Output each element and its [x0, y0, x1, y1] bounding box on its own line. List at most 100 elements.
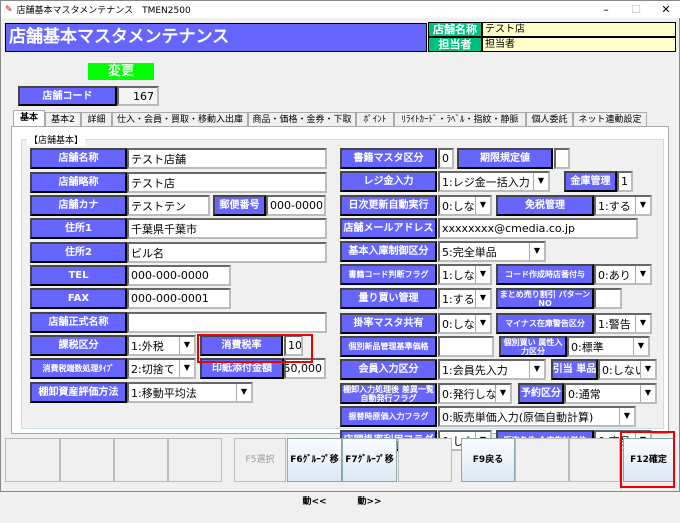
safe-value: 1	[621, 175, 628, 188]
reserve-value: 0:通常	[568, 387, 601, 401]
email-input[interactable]: xxxxxxxx@cmedia.co.jp	[438, 218, 638, 239]
member-select[interactable]: 1:会員先入力 ▼	[438, 359, 546, 380]
fkey-button-5[interactable]: F5選択	[234, 438, 286, 482]
chevron-down-icon[interactable]: ▼	[640, 361, 655, 378]
chevron-down-icon[interactable]: ▼	[529, 361, 544, 378]
maximize-button[interactable]: ☐	[621, 1, 651, 18]
new-price-input[interactable]	[438, 336, 494, 357]
taxfree-value: 1:する	[598, 199, 631, 213]
postal-input[interactable]: 000-0000	[266, 195, 326, 216]
receiving-select[interactable]: 5:完全単品 ▼	[438, 241, 546, 262]
bundle-input[interactable]	[594, 288, 622, 309]
book-code-select[interactable]: 1:しない ▼	[438, 264, 492, 285]
tax-type-select[interactable]: 1:外税 ▼	[127, 335, 196, 356]
daily-update-label: 日次更新自動実行	[340, 195, 437, 216]
fkey-button-7[interactable]: F7ｸﾞﾙｰﾌﾟ移動>>	[342, 438, 397, 507]
tab-3[interactable]: 仕入・会員・買取・移動入出庫	[112, 112, 248, 127]
chevron-down-icon[interactable]: ▼	[633, 338, 648, 355]
inventory-select[interactable]: 1:移動平均法 ▼	[127, 382, 253, 403]
chevron-down-icon[interactable]: ▼	[179, 360, 194, 377]
chevron-down-icon[interactable]: ▼	[529, 243, 544, 260]
minus-stock-select[interactable]: 1:警告 ▼	[594, 313, 652, 334]
book-code-label: 書籍コード判断フラグ	[340, 264, 437, 285]
fkey-button-3[interactable]	[114, 438, 168, 482]
addr2-value: ビル名	[131, 246, 164, 260]
safe-input[interactable]: 1	[617, 171, 633, 192]
chevron-down-icon[interactable]: ▼	[619, 408, 634, 425]
addr2-input[interactable]: ビル名	[127, 242, 327, 263]
store-kana-input[interactable]: テストテン	[127, 195, 210, 216]
weigh-value: 1:する	[442, 292, 475, 306]
tab-4[interactable]: 商品・価格・金券・下取	[248, 112, 356, 127]
taxfree-select[interactable]: 1:する ▼	[594, 195, 652, 216]
tab-2[interactable]: 詳細	[81, 112, 112, 127]
chevron-down-icon[interactable]: ▼	[533, 173, 548, 190]
fkey-button-4[interactable]	[168, 438, 222, 482]
chevron-down-icon[interactable]: ▼	[640, 385, 655, 402]
chevron-down-icon[interactable]: ▼	[495, 385, 510, 402]
store-short-input[interactable]: テスト店	[127, 172, 327, 193]
store-kana-label: 店舗カナ	[30, 195, 127, 216]
member-label: 会員入力区分	[340, 359, 437, 380]
rounding-select[interactable]: 2:切捨て ▼	[127, 358, 196, 379]
bundle-label: まとめ売り割引 パターンNO	[496, 288, 594, 309]
tab-8[interactable]: ネット連動設定	[573, 112, 647, 127]
taxfree-label: 免税管理	[496, 195, 594, 216]
inventory-label: 棚卸資産評価方法	[30, 382, 127, 403]
weigh-select[interactable]: 1:する ▼	[438, 288, 492, 309]
fkey-button-10[interactable]	[515, 438, 569, 482]
fkey-button-9[interactable]: F9戻る	[461, 438, 515, 482]
fkey-button-2[interactable]	[60, 438, 114, 482]
official-name-input[interactable]	[127, 312, 327, 333]
transfer-select[interactable]: 0:販売単価入力(原価自動計算) ▼	[438, 406, 636, 427]
tab-5[interactable]: ﾎﾟｲﾝﾄ	[356, 112, 394, 127]
tab-1[interactable]: 基本2	[45, 112, 81, 127]
store-name-value: テスト店	[482, 22, 676, 37]
fkey-button-11[interactable]	[569, 438, 620, 482]
addr1-input[interactable]: 千葉県千葉市	[127, 218, 327, 239]
deadline-input[interactable]	[554, 148, 570, 169]
chevron-down-icon[interactable]: ▼	[635, 315, 650, 332]
reserve-select[interactable]: 0:通常 ▼	[564, 383, 657, 404]
book-master-input[interactable]: 0	[438, 148, 454, 169]
fax-label: FAX	[30, 288, 127, 309]
chevron-down-icon[interactable]: ▼	[635, 266, 650, 283]
tel-label: TEL	[30, 265, 127, 286]
store-code-input[interactable]: 167	[117, 86, 159, 106]
chevron-down-icon[interactable]: ▼	[475, 315, 490, 332]
tab-6[interactable]: ﾘﾗｲﾄｶｰﾄﾞ・ﾗﾍﾞﾙ・指紋・静脈	[394, 112, 526, 127]
indiv-buy-select[interactable]: 0:標準 ▼	[567, 336, 650, 357]
store-name-value: テスト店舗	[131, 152, 186, 166]
close-button[interactable]: ✕	[651, 1, 680, 18]
tax-type-label: 課税区分	[30, 335, 127, 356]
fkey-button-6[interactable]: F6ｸﾞﾙｰﾌﾟ移動<<	[287, 438, 342, 507]
code-store-select[interactable]: 0:あり ▼	[594, 264, 652, 285]
alloc-select[interactable]: 0:しない ▼	[598, 359, 657, 380]
indiv-buy-value: 0:標準	[571, 340, 604, 354]
daily-update-select[interactable]: 0:しない ▼	[438, 195, 492, 216]
store-name-label: 店舗名称	[30, 148, 127, 169]
inv-diff-select[interactable]: 0:発行しない ▼	[438, 383, 512, 404]
chevron-down-icon[interactable]: ▼	[475, 290, 490, 307]
rate-share-label: 掛率マスタ共有	[340, 313, 437, 334]
rate-share-select[interactable]: 0:しない ▼	[438, 313, 492, 334]
chevron-down-icon[interactable]: ▼	[635, 197, 650, 214]
store-code-label: 店舗コード	[18, 86, 117, 106]
register-cash-select[interactable]: 1:レジ金一括入力 ▼	[438, 171, 550, 192]
minimize-button[interactable]: –	[591, 1, 621, 18]
chevron-down-icon[interactable]: ▼	[179, 337, 194, 354]
fax-value: 000-000-0001	[131, 292, 209, 305]
fax-input[interactable]: 000-000-0001	[127, 288, 231, 309]
transfer-label: 振替時原価入力フラグ	[340, 406, 437, 427]
chevron-down-icon[interactable]: ▼	[475, 266, 490, 283]
chevron-down-icon[interactable]: ▼	[475, 197, 490, 214]
store-name-input[interactable]: テスト店舗	[127, 148, 327, 169]
chevron-down-icon[interactable]: ▼	[236, 384, 251, 401]
tab-7[interactable]: 個人委託	[526, 112, 573, 127]
tab-0[interactable]: 基本	[13, 110, 45, 127]
fkey-button-8[interactable]	[398, 438, 452, 482]
store-short-label: 店舗略称	[30, 172, 127, 193]
tel-input[interactable]: 000-000-0000	[127, 265, 231, 286]
minus-stock-value: 1:警告	[598, 317, 631, 331]
fkey-button-1[interactable]	[5, 438, 60, 482]
